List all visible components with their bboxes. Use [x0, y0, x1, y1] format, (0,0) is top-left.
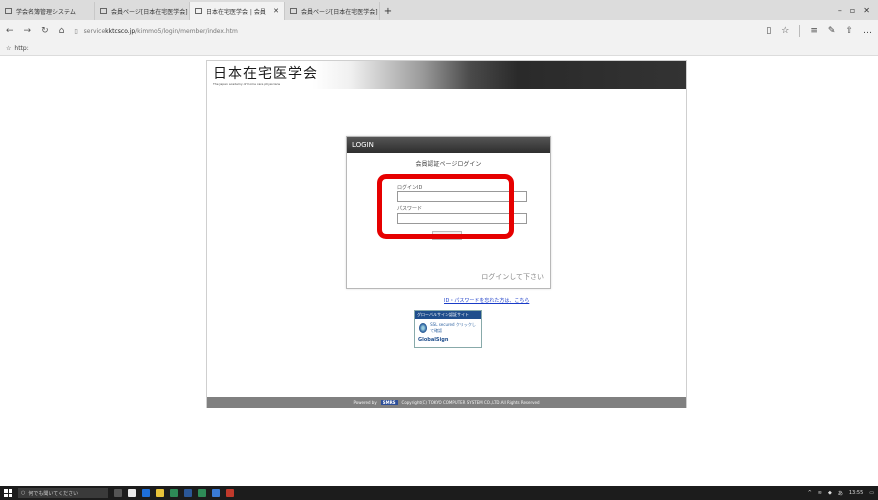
favorite-star-icon[interactable]: ☆	[781, 26, 789, 36]
star-icon: ☆	[6, 45, 12, 52]
forward-icon[interactable]: →	[24, 26, 32, 36]
screen: 学会名簿管理システム 会員ページ[日本在宅医学会] 日本在宅医学会 | 会員 ✕…	[0, 0, 878, 500]
url-prefix: service	[83, 27, 106, 35]
tab-label: 日本在宅医学会 | 会員	[206, 8, 266, 16]
refresh-icon[interactable]: ↻	[41, 26, 49, 36]
tab-bar: 学会名簿管理システム 会員ページ[日本在宅医学会] 日本在宅医学会 | 会員 ✕…	[0, 0, 878, 20]
tab-2[interactable]: 会員ページ[日本在宅医学会]	[95, 2, 190, 20]
edge-icon[interactable]	[142, 489, 150, 497]
hub-icon[interactable]: ≡	[810, 26, 818, 36]
tab-4[interactable]: 会員ページ[日本在宅医学会]	[285, 2, 380, 20]
system-tray: ^ ≋ ◆ あ 13:55 ▭	[808, 490, 874, 497]
window-controls: – ▫ ✕	[838, 0, 878, 20]
app-icon[interactable]	[212, 489, 220, 497]
close-tab-icon[interactable]: ✕	[273, 7, 279, 15]
copyright-text: Copyright(C) TOKYO COMPUTER SYSTEM CO.,L…	[401, 400, 540, 405]
reading-view-icon[interactable]: ▯	[766, 26, 771, 36]
web-note-icon[interactable]: ✎	[828, 26, 836, 36]
login-subtitle: 会員認証ページログイン	[415, 161, 482, 168]
notification-icon[interactable]: ▭	[869, 490, 874, 496]
page-icon	[290, 8, 297, 14]
tab-label: 会員ページ[日本在宅医学会]	[301, 8, 378, 16]
new-tab-button[interactable]: +	[380, 2, 396, 20]
site-logo-subtitle: The Japan academy of home care physician…	[213, 82, 281, 86]
page-icon	[100, 8, 107, 14]
tab-label: 会員ページ[日本在宅医学会]	[111, 8, 188, 16]
taskbar: ○ 何でも聞いてください ^ ≋ ◆ あ 13:55 ▭	[0, 486, 878, 500]
divider	[799, 25, 801, 37]
favorites-bar: ☆ http:	[0, 42, 878, 56]
word-icon[interactable]	[184, 489, 192, 497]
maximize-icon[interactable]: ▫	[850, 6, 855, 15]
network-icon[interactable]: ≋	[818, 490, 822, 496]
task-view-icon[interactable]	[114, 489, 122, 497]
forgot-password-link[interactable]: ID・パスワードを忘れた方は、こちら	[444, 297, 529, 304]
site-banner: 日本在宅医学会 The Japan academy of home care p…	[207, 61, 686, 89]
highlight-rectangle	[377, 174, 514, 239]
page-icon: ▯	[74, 27, 78, 35]
home-icon[interactable]: ⌂	[59, 26, 65, 36]
toolbar-right: ▯ ☆ ≡ ✎ ⇧ …	[766, 25, 872, 37]
clock[interactable]: 13:55	[849, 490, 863, 496]
chevron-up-icon[interactable]: ^	[808, 490, 812, 496]
close-window-icon[interactable]: ✕	[863, 6, 870, 15]
store-icon[interactable]	[128, 489, 136, 497]
seal-title: グローバルサイン認証サイト	[415, 311, 481, 319]
login-note: ログインして下さい	[481, 273, 544, 281]
share-icon[interactable]: ⇧	[845, 26, 853, 36]
globe-icon	[419, 323, 428, 333]
tab-1[interactable]: 学会名簿管理システム	[0, 2, 95, 20]
powered-by-text: Powered by	[353, 400, 377, 405]
excel-icon[interactable]	[170, 489, 178, 497]
taskbar-search[interactable]: ○ 何でも聞いてください	[18, 488, 108, 498]
search-placeholder: 何でも聞いてください	[28, 490, 79, 497]
pdf-icon[interactable]	[226, 489, 234, 497]
site-logo: 日本在宅医学会	[213, 66, 318, 82]
page-icon	[195, 8, 202, 14]
explorer-icon[interactable]	[156, 489, 164, 497]
ssl-seal[interactable]: グローバルサイン認証サイト SSL secured クリックして確認 Globa…	[414, 310, 482, 348]
login-header: LOGIN	[347, 137, 550, 153]
url-field[interactable]: ▯ servicekktcsco.jp/kimmo5/login/member/…	[74, 24, 374, 38]
url-domain: kktcsco.jp	[105, 27, 136, 35]
app-icon[interactable]	[198, 489, 206, 497]
seal-brand: GlobalSign	[418, 337, 449, 343]
url-path: /kimmo5/login/member/index.htm	[135, 27, 238, 35]
favorite-item[interactable]: http:	[14, 45, 28, 52]
smrs-badge: SMRS	[380, 400, 398, 405]
windows-start-icon[interactable]	[4, 489, 12, 497]
tab-3-active[interactable]: 日本在宅医学会 | 会員 ✕	[190, 2, 285, 20]
back-icon[interactable]: ←	[6, 26, 14, 36]
more-icon[interactable]: …	[863, 26, 872, 36]
address-bar-row: ← → ↻ ⌂ ▯ servicekktcsco.jp/kimmo5/login…	[0, 20, 878, 42]
page-footer: Powered by SMRS Copyright(C) TOKYO COMPU…	[207, 397, 686, 408]
page-icon	[5, 8, 12, 14]
cortana-icon: ○	[21, 490, 26, 496]
volume-icon[interactable]: ◆	[828, 490, 832, 496]
tab-label: 学会名簿管理システム	[16, 8, 76, 16]
minimize-icon[interactable]: –	[838, 6, 842, 15]
ime-icon[interactable]: あ	[838, 490, 843, 497]
seal-text: SSL secured クリックして確認	[430, 322, 476, 333]
